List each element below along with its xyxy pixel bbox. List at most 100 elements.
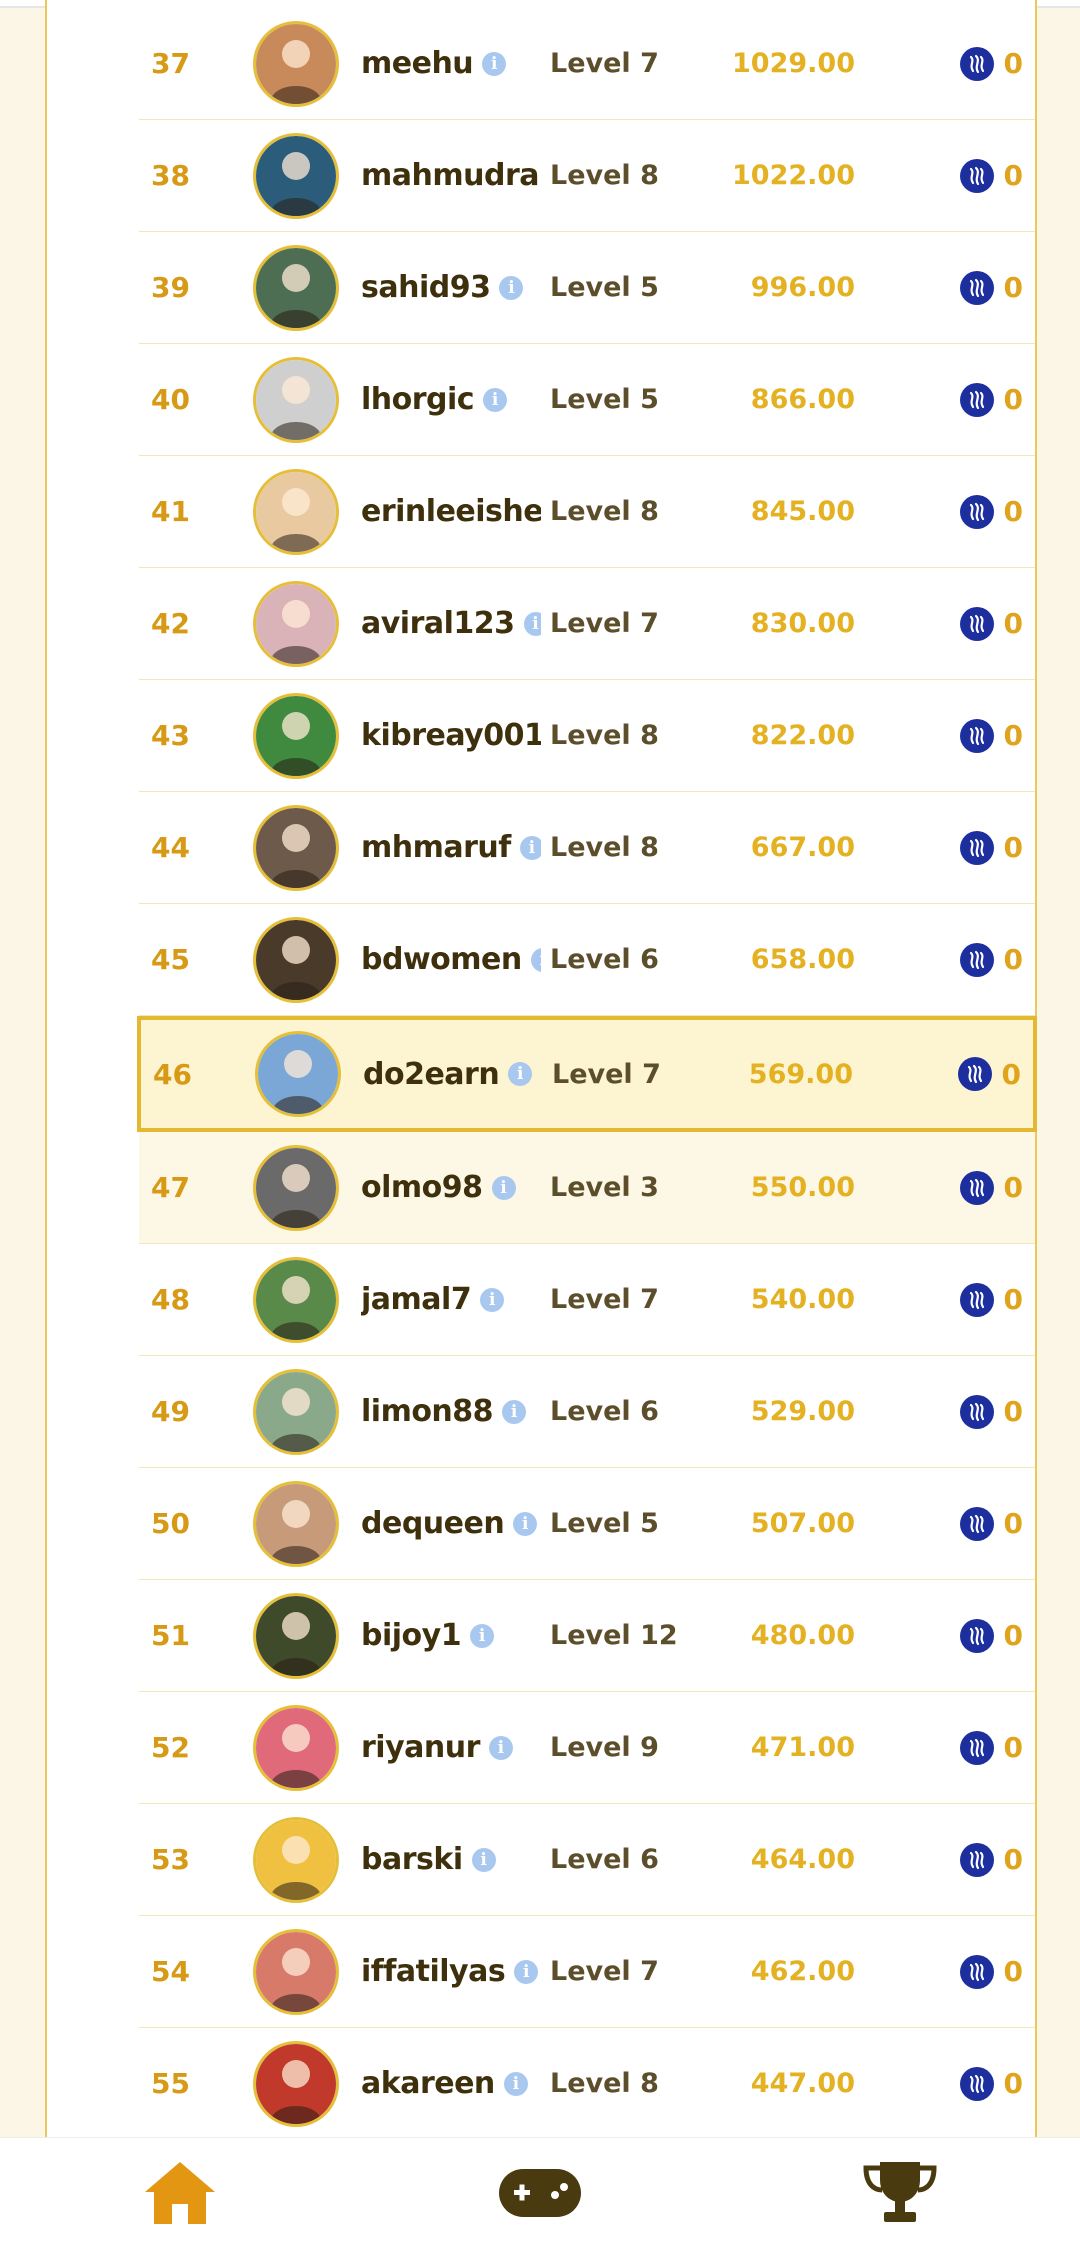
username-link[interactable]: kibreay001	[361, 718, 541, 753]
avatar-image	[256, 23, 336, 104]
username-link[interactable]: erinleeishere	[361, 494, 541, 529]
username-link[interactable]: limon88	[361, 1394, 494, 1429]
username-link[interactable]: barski	[361, 1842, 463, 1877]
leaderboard-row[interactable]: 41 erinleeishere i Level 8 845.00 0	[139, 456, 1035, 568]
info-icon[interactable]: i	[470, 1623, 495, 1648]
avatar-image	[256, 807, 336, 888]
leaderboard-row[interactable]: 49 limon88 i Level 6 529.00 0	[139, 1356, 1035, 1468]
username-link[interactable]: do2earn	[363, 1057, 500, 1092]
avatar[interactable]	[253, 1592, 339, 1679]
username-link[interactable]: lhorgic	[361, 382, 475, 417]
info-icon[interactable]: i	[488, 1735, 513, 1760]
user-level: Level 8	[550, 720, 659, 751]
avatar[interactable]	[255, 1031, 341, 1117]
avatar[interactable]	[253, 1480, 339, 1567]
info-icon[interactable]: i	[499, 275, 524, 300]
avatar[interactable]	[253, 1144, 339, 1231]
username-link[interactable]: mahmudrahman	[361, 158, 541, 193]
reward-value: 0	[1003, 831, 1023, 864]
username-cell: bdwomen i	[361, 904, 541, 1015]
username-link[interactable]: akareen	[361, 2066, 495, 2101]
reward-value: 0	[1003, 1619, 1023, 1652]
leaderboard-row[interactable]: 39 sahid93 i Level 5 996.00 0	[139, 232, 1035, 344]
username-link[interactable]: aviral123	[361, 606, 515, 641]
steem-icon	[959, 1506, 994, 1541]
points-value: 845.00	[750, 496, 855, 527]
reward-value: 0	[1003, 383, 1023, 416]
leaderboard-row[interactable]: 42 aviral123 i Level 7 830.00 0	[139, 568, 1035, 680]
leaderboard-row[interactable]: 54 iffatilyas i Level 7 462.00 0	[139, 1916, 1035, 2028]
leaderboard-row[interactable]: 37 meehu i Level 7 1029.00 0	[139, 8, 1035, 120]
points-value: 447.00	[750, 2068, 855, 2099]
info-icon[interactable]: i	[491, 1175, 516, 1200]
username-cell: erinleeishere i	[361, 456, 541, 567]
reward-value: 0	[1003, 47, 1023, 80]
avatar[interactable]	[253, 356, 339, 443]
info-icon[interactable]: i	[513, 1511, 538, 1536]
leaderboard-row[interactable]: 48 jamal7 i Level 7 540.00 0	[139, 1244, 1035, 1356]
leaderboard-row[interactable]: 38 mahmudrahman i Level 8 1022.00 0	[139, 120, 1035, 232]
points-value: 830.00	[750, 608, 855, 639]
username-link[interactable]: dequeen	[361, 1506, 505, 1541]
info-icon[interactable]: i	[480, 1287, 505, 1312]
user-level: Level 6	[550, 1396, 659, 1427]
nav-leaderboard-button[interactable]	[855, 2153, 945, 2233]
info-icon[interactable]: i	[471, 1847, 496, 1872]
avatar[interactable]	[253, 916, 339, 1003]
leaderboard-row[interactable]: 44 mhmaruf i Level 8 667.00 0	[139, 792, 1035, 904]
leaderboard-row-current-user[interactable]: 46 do2earn i Level 7 569.00 0	[137, 1016, 1037, 1132]
username-cell: meehu i	[361, 8, 541, 119]
username-cell: akareen i	[361, 2028, 541, 2139]
leaderboard-row[interactable]: 47 olmo98 i Level 3 550.00 0	[139, 1132, 1035, 1244]
info-icon[interactable]: i	[519, 835, 541, 860]
username-link[interactable]: sahid93	[361, 270, 491, 305]
username-link[interactable]: mhmaruf	[361, 830, 511, 865]
leaderboard-row[interactable]: 52 riyanur i Level 9 471.00 0	[139, 1692, 1035, 1804]
avatar[interactable]	[253, 468, 339, 555]
info-icon[interactable]: i	[523, 611, 541, 636]
info-icon[interactable]: i	[508, 1062, 533, 1086]
info-icon[interactable]: i	[482, 51, 507, 76]
avatar[interactable]	[253, 804, 339, 891]
leaderboard-row[interactable]: 51 bijoy1 i Level 12 480.00 0	[139, 1580, 1035, 1692]
info-icon[interactable]: i	[502, 1399, 527, 1424]
username-link[interactable]: iffatilyas	[361, 1954, 506, 1989]
username-link[interactable]: olmo98	[361, 1170, 483, 1205]
leaderboard-row[interactable]: 43 kibreay001 i Level 8 822.00 0	[139, 680, 1035, 792]
avatar[interactable]	[253, 1704, 339, 1791]
avatar[interactable]	[253, 2040, 339, 2127]
leaderboard-row[interactable]: 40 lhorgic i Level 5 866.00 0	[139, 344, 1035, 456]
avatar[interactable]	[253, 692, 339, 779]
nav-home-button[interactable]	[135, 2153, 225, 2233]
info-icon[interactable]: i	[530, 947, 541, 972]
info-icon[interactable]: i	[503, 2071, 528, 2096]
info-icon[interactable]: i	[514, 1959, 539, 1984]
avatar[interactable]	[253, 1928, 339, 2015]
avatar[interactable]	[253, 1816, 339, 1903]
user-level: Level 7	[550, 1284, 659, 1315]
leaderboard-row[interactable]: 45 bdwomen i Level 6 658.00 0	[139, 904, 1035, 1016]
avatar[interactable]	[253, 1256, 339, 1343]
reward-cell: 0	[959, 1468, 1023, 1579]
leaderboard-row[interactable]: 50 dequeen i Level 5 507.00 0	[139, 1468, 1035, 1580]
avatar[interactable]	[253, 580, 339, 667]
avatar[interactable]	[253, 1368, 339, 1455]
username-link[interactable]: bijoy1	[361, 1618, 462, 1653]
rank-number: 40	[151, 383, 190, 416]
leaderboard-row[interactable]: 53 barski i Level 6 464.00 0	[139, 1804, 1035, 1916]
reward-cell: 0	[959, 1692, 1023, 1803]
username-cell: iffatilyas i	[361, 1916, 541, 2027]
username-link[interactable]: meehu	[361, 46, 474, 81]
username-link[interactable]: riyanur	[361, 1730, 480, 1765]
username-link[interactable]: bdwomen	[361, 942, 522, 977]
username-link[interactable]: jamal7	[361, 1282, 472, 1317]
steem-icon	[959, 46, 994, 81]
rank-number: 37	[151, 47, 190, 80]
avatar[interactable]	[253, 132, 339, 219]
avatar-image	[256, 135, 336, 216]
avatar[interactable]	[253, 244, 339, 331]
info-icon[interactable]: i	[483, 387, 508, 412]
avatar[interactable]	[253, 20, 339, 107]
nav-games-button[interactable]	[495, 2153, 585, 2233]
leaderboard-row[interactable]: 55 akareen i Level 8 447.00 0	[139, 2028, 1035, 2140]
